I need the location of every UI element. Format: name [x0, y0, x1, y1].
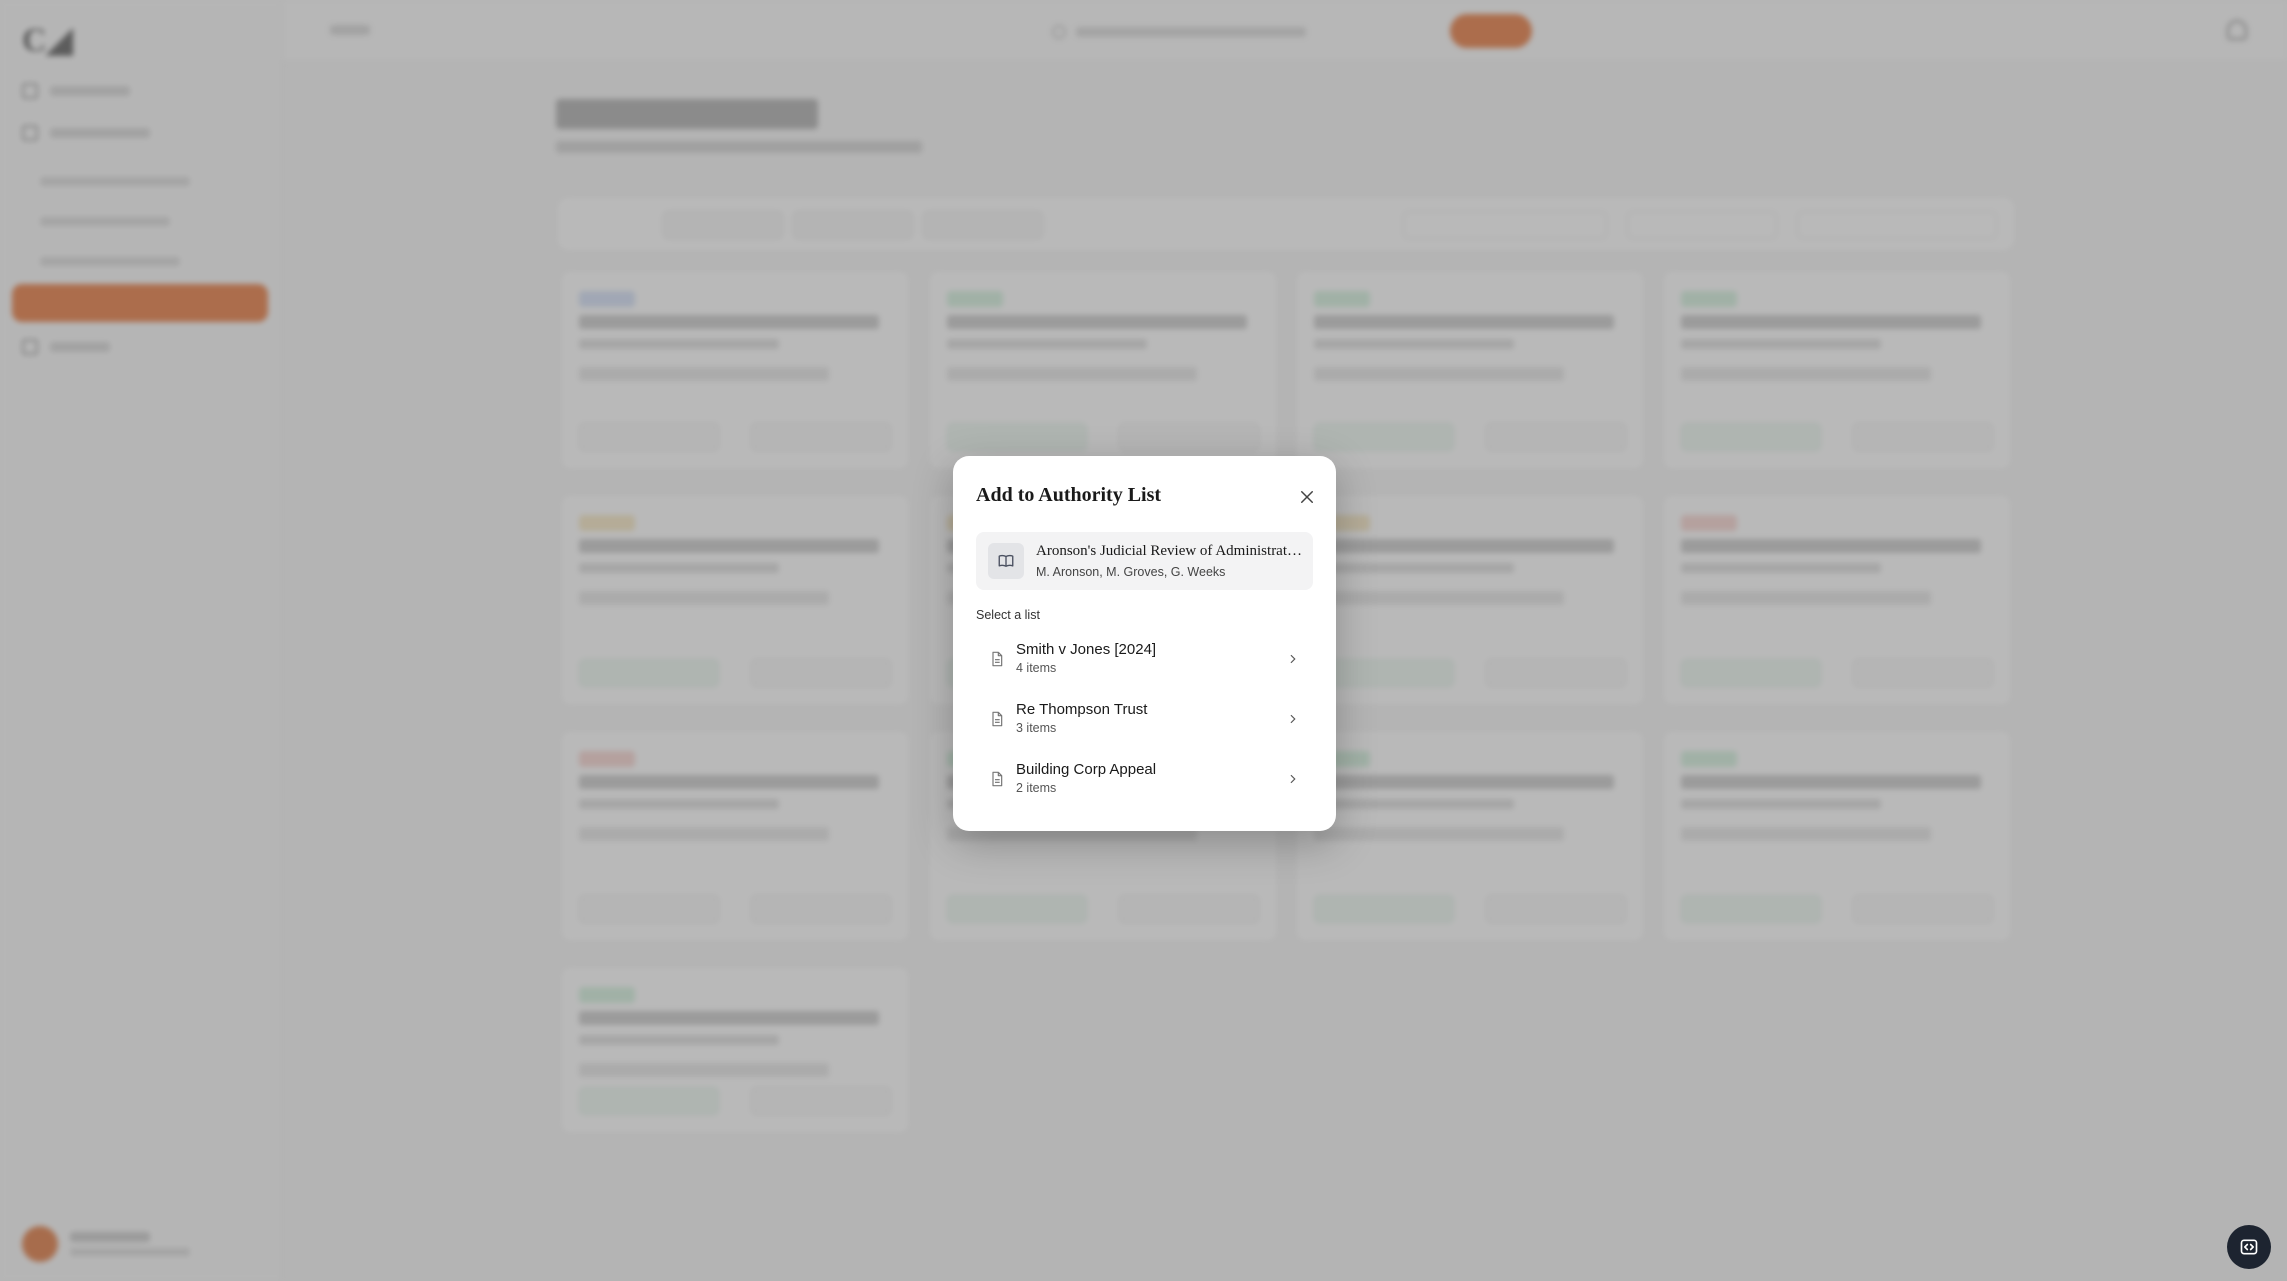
- dialog-title: Add to Authority List: [976, 484, 1162, 506]
- code-view-button[interactable]: [2227, 1225, 2271, 1269]
- list-name: Re Thompson Trust: [1016, 701, 1148, 718]
- add-to-authority-list-dialog: Add to Authority List Aronson's Judicial…: [953, 456, 1336, 831]
- chevron-right-icon: [1290, 654, 1296, 664]
- list-item-count: 4 items: [1016, 661, 1057, 675]
- document-icon: [992, 771, 1003, 787]
- list-name: Building Corp Appeal: [1016, 761, 1157, 778]
- authority-list-option[interactable]: Building Corp Appeal 2 items: [976, 752, 1313, 806]
- selected-book: Aronson's Judicial Review of Administrat…: [976, 532, 1313, 590]
- chevron-right-icon: [1290, 774, 1296, 784]
- list-item-count: 3 items: [1016, 721, 1057, 735]
- book-title: Aronson's Judicial Review of Administrat…: [1036, 543, 1304, 559]
- list-name: Smith v Jones [2024]: [1016, 641, 1157, 658]
- close-icon: [1301, 491, 1313, 503]
- document-icon: [992, 711, 1003, 727]
- select-list-label: Select a list: [976, 608, 1040, 622]
- book-authors: M. Aronson, M. Groves, G. Weeks: [1036, 565, 1226, 579]
- close-button[interactable]: [1298, 488, 1316, 506]
- code-icon: [2240, 1239, 2258, 1255]
- list-item-count: 2 items: [1016, 781, 1057, 795]
- book-open-icon: [988, 543, 1024, 579]
- authority-list-option[interactable]: Re Thompson Trust 3 items: [976, 692, 1313, 746]
- chevron-right-icon: [1290, 714, 1296, 724]
- authority-list-option[interactable]: Smith v Jones [2024] 4 items: [976, 632, 1313, 686]
- document-icon: [992, 651, 1003, 667]
